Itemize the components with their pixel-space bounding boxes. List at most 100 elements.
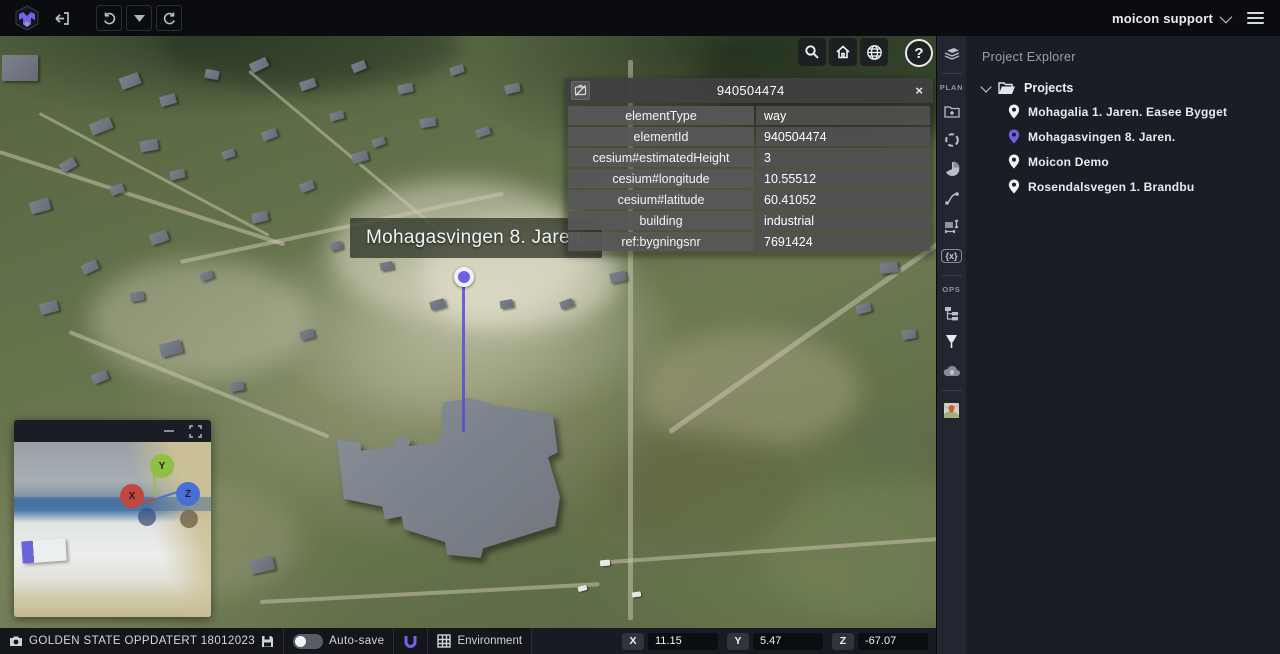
moicon-logo-icon[interactable] bbox=[12, 3, 42, 33]
project-tree-item[interactable]: Mohagalia 1. Jaren. Easee Bygget bbox=[982, 99, 1280, 124]
map-terrain-patch bbox=[760, 480, 936, 620]
map-building bbox=[81, 259, 100, 275]
map-building bbox=[429, 298, 446, 311]
project-tree-item[interactable]: Mohagasvingen 8. Jaren. bbox=[982, 124, 1280, 149]
map-building bbox=[204, 69, 219, 80]
close-icon[interactable]: × bbox=[911, 84, 927, 97]
map-building bbox=[299, 78, 317, 92]
account-label: moicon support bbox=[1112, 11, 1213, 26]
projects-root-node[interactable]: Projects bbox=[982, 81, 1280, 95]
map-building bbox=[159, 339, 184, 357]
ops-section-label: OPS bbox=[942, 285, 960, 294]
cloud-pin-icon[interactable] bbox=[941, 361, 963, 381]
pie-chart-icon[interactable] bbox=[941, 159, 963, 179]
sync-icon[interactable] bbox=[941, 130, 963, 150]
property-row[interactable]: ref:bygningsnr 7691424 bbox=[568, 232, 930, 251]
property-row[interactable]: elementId 940504474 bbox=[568, 127, 930, 146]
variable-label: {x} bbox=[941, 249, 961, 263]
property-row[interactable]: cesium#latitude 60.41052 bbox=[568, 190, 930, 209]
preview-3d-scene[interactable]: YX Z bbox=[14, 442, 211, 617]
autosave-section: Auto-save bbox=[284, 628, 394, 654]
map-building bbox=[475, 126, 491, 138]
project-tree-item-label: Mohagasvingen 8. Jaren. bbox=[1028, 130, 1175, 144]
map-pin[interactable] bbox=[454, 267, 474, 287]
properties-panel-header[interactable]: 940504474 × bbox=[565, 78, 933, 103]
save-icon[interactable] bbox=[261, 635, 274, 648]
statusbar-spacer bbox=[532, 628, 614, 654]
history-dropdown-button[interactable] bbox=[126, 5, 152, 31]
map-building bbox=[419, 117, 436, 129]
help-button[interactable]: ? bbox=[905, 39, 933, 67]
selected-building-3d[interactable] bbox=[332, 398, 572, 558]
property-key: elementId bbox=[568, 127, 754, 146]
property-row[interactable]: elementType way bbox=[568, 106, 930, 125]
magnet-icon[interactable] bbox=[403, 634, 418, 649]
minimize-icon[interactable] bbox=[161, 423, 177, 439]
project-explorer-panel: Project Explorer Projects Mohagalia 1. J… bbox=[966, 36, 1280, 654]
gizmo-axis-negative[interactable] bbox=[180, 510, 198, 528]
map-building bbox=[251, 210, 269, 223]
gizmo-axis-x[interactable]: X bbox=[120, 484, 144, 508]
account-menu[interactable]: moicon support bbox=[1112, 11, 1229, 26]
globe-button[interactable] bbox=[860, 38, 888, 66]
property-row[interactable]: cesium#estimatedHeight 3 bbox=[568, 148, 930, 167]
camera-preview-window[interactable]: YX Z bbox=[14, 420, 211, 617]
home-view-button[interactable] bbox=[829, 38, 857, 66]
map-building bbox=[379, 261, 393, 271]
gizmo-axis-y[interactable]: Y bbox=[150, 454, 174, 478]
chevron-expanded-icon[interactable] bbox=[980, 81, 991, 92]
add-folder-icon[interactable] bbox=[941, 101, 963, 121]
environment-button[interactable]: Environment bbox=[437, 634, 522, 648]
property-value: 940504474 bbox=[756, 127, 930, 146]
exit-project-button[interactable] bbox=[50, 6, 74, 30]
undo-button[interactable] bbox=[96, 5, 122, 31]
properties-panel: 940504474 × elementType way elementId 94… bbox=[565, 78, 933, 254]
axis-gizmo[interactable]: YX Z bbox=[110, 446, 210, 546]
map-building bbox=[397, 83, 414, 95]
project-tree-item[interactable]: Moicon Demo bbox=[982, 149, 1280, 174]
main-menu-button[interactable] bbox=[1243, 8, 1268, 28]
property-row[interactable]: cesium#longitude 10.55512 bbox=[568, 169, 930, 188]
map-building bbox=[261, 128, 278, 142]
coord-z-label: Z bbox=[832, 633, 854, 650]
divider bbox=[942, 275, 962, 276]
coord-x-value[interactable]: 11.15 bbox=[648, 633, 718, 650]
map-terrain-patch bbox=[640, 330, 860, 450]
coord-y-value[interactable]: 5.47 bbox=[753, 633, 823, 650]
search-button[interactable] bbox=[798, 38, 826, 66]
property-row[interactable]: building industrial bbox=[568, 211, 930, 230]
autosave-toggle[interactable] bbox=[293, 634, 323, 649]
project-status-label: GOLDEN STATE OPPDATERT 18012023 bbox=[29, 635, 255, 647]
variable-icon[interactable]: {x} bbox=[941, 246, 963, 266]
map-building bbox=[351, 150, 369, 164]
layers-icon[interactable] bbox=[941, 44, 963, 64]
app-window: moicon support Mohagasvingen 8. Jaren. bbox=[0, 0, 1280, 654]
expand-icon[interactable] bbox=[187, 423, 203, 439]
coord-y-label: Y bbox=[727, 633, 749, 650]
map-pin-icon[interactable] bbox=[941, 332, 963, 352]
plan-section-label: PLAN bbox=[940, 83, 964, 92]
map-building bbox=[109, 183, 125, 196]
map-road bbox=[39, 112, 270, 237]
map-3d-viewport[interactable]: Mohagasvingen 8. Jaren. bbox=[0, 36, 936, 654]
redo-button[interactable] bbox=[156, 5, 182, 31]
transform-icon[interactable] bbox=[941, 217, 963, 237]
location-pin-icon bbox=[1008, 104, 1020, 119]
map-building bbox=[855, 302, 872, 314]
gizmo-axis-negative[interactable] bbox=[138, 508, 156, 526]
camera-off-icon[interactable] bbox=[571, 81, 590, 100]
coord-z-value[interactable]: -67.07 bbox=[858, 633, 928, 650]
autosave-label: Auto-save bbox=[329, 635, 384, 647]
gizmo-axis-z[interactable]: Z bbox=[176, 482, 200, 506]
map-building bbox=[89, 116, 114, 135]
map-building bbox=[221, 148, 236, 160]
environment-section: Environment bbox=[428, 628, 532, 654]
spline-icon[interactable] bbox=[941, 188, 963, 208]
minimap-icon[interactable] bbox=[941, 400, 963, 420]
project-tree-item[interactable]: Rosendalsvegen 1. Brandbu bbox=[982, 174, 1280, 199]
map-road bbox=[260, 582, 600, 604]
preview-truck bbox=[21, 538, 66, 563]
map-building bbox=[159, 93, 177, 107]
hierarchy-icon[interactable] bbox=[941, 303, 963, 323]
location-pin-icon bbox=[1008, 179, 1020, 194]
